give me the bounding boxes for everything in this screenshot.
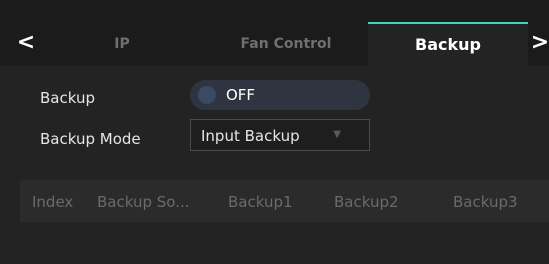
chevron-right-icon[interactable]: > [522,24,549,60]
column-header-backup1[interactable]: Backup1 [228,193,293,211]
backup-mode-select[interactable]: Input Backup ▼ [190,119,370,151]
toggle-state-text: OFF [226,86,256,104]
column-header-index[interactable]: Index [32,193,73,211]
tab-fan-control[interactable]: Fan Control [204,22,368,66]
backup-toggle[interactable]: OFF [190,80,370,110]
active-tab-indicator [368,22,528,24]
column-header-backup2[interactable]: Backup2 [334,193,399,211]
column-header-backup-source[interactable]: Backup So... [97,193,190,211]
table-header: Index Backup So... Backup1 Backup2 Backu… [20,180,549,222]
tab-bar: < IP Fan Control Backup > [0,0,549,66]
backup-mode-value: Input Backup [201,127,300,145]
backup-label: Backup [40,89,95,107]
backup-mode-label: Backup Mode [40,130,141,148]
tab-backup[interactable]: Backup [368,22,528,66]
chevron-left-icon[interactable]: < [8,24,44,60]
column-header-backup3[interactable]: Backup3 [453,193,518,211]
toggle-knob [198,86,216,104]
dropdown-arrow-icon: ▼ [333,129,341,140]
tab-ip[interactable]: IP [40,22,204,66]
